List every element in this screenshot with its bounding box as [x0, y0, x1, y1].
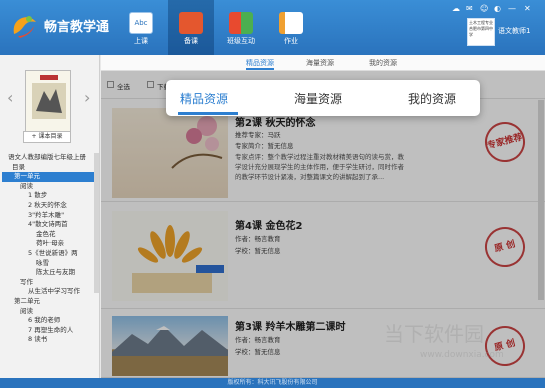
tree-item[interactable]: 第二单元 — [2, 297, 94, 307]
tree-item[interactable]: 语文人教部编版七年级上册 — [2, 153, 94, 163]
popup-active-underline — [178, 112, 238, 115]
nav-label: 备课 — [184, 37, 198, 45]
tab-mine[interactable]: 我的资源 — [369, 58, 397, 68]
tree-item[interactable]: 8 读书 — [2, 335, 94, 345]
tab-mass[interactable]: 海量资源 — [306, 58, 334, 68]
sidebar: ‹ › + 课本目录 语文人教部编版七年级上册 目录 第一单元 阅读 1 散步 … — [0, 55, 100, 378]
popup-tab-mine[interactable]: 我的资源 — [408, 90, 456, 107]
close-button[interactable]: ✕ — [524, 4, 531, 13]
footer: 版权所有：科大讯飞股份有限公司 — [0, 378, 545, 388]
tree-item[interactable]: 阅读 — [2, 182, 94, 192]
app-logo-icon — [10, 12, 40, 40]
book-icon — [179, 12, 203, 34]
tree-item[interactable]: 咏雪 — [2, 259, 94, 269]
tree-item[interactable]: 金色花 — [2, 230, 94, 240]
face-icon[interactable]: ☺ — [480, 4, 488, 13]
grid-icon — [229, 12, 253, 34]
catalog-tree: 语文人教部编版七年级上册 目录 第一单元 阅读 1 散步 2 秋天的怀念 3"羚… — [2, 153, 94, 383]
nav-homework-button[interactable]: 作业 — [268, 0, 314, 55]
tree-item[interactable]: 从生活中学习写作 — [2, 287, 94, 297]
tree-item[interactable]: 6 我的老师 — [2, 316, 94, 326]
school-avatar[interactable]: 土木工程专业 合肥市第四中学 — [467, 18, 495, 46]
nav-label: 作业 — [284, 37, 298, 45]
tree-item-selected[interactable]: 第一单元 — [2, 172, 94, 182]
app-title: 畅言教学通 — [44, 20, 110, 35]
cloud-icon[interactable]: ☁ — [452, 4, 460, 13]
watermark-logo: 当下软件园 — [384, 322, 484, 346]
tree-item[interactable]: 5《世说新语》两 — [2, 249, 94, 259]
nav-label: 班级互动 — [227, 37, 255, 45]
tree-item[interactable]: 4"散文诗两首 — [2, 220, 94, 230]
minimize-button[interactable]: — — [508, 4, 516, 13]
pencil-doc-icon — [279, 12, 303, 34]
app-window: 畅言教学通 Abc 上课 备课 班级互动 作业 ☁ ✉ ☺ ◐ — ✕ 土木工程… — [0, 0, 545, 388]
add-catalog-button[interactable]: + 课本目录 — [23, 131, 71, 143]
tree-item[interactable]: 陈太丘与友期 — [2, 268, 94, 278]
watermark-url: www.downxia.com — [420, 350, 504, 360]
nav-label: 上课 — [134, 37, 148, 45]
tree-item[interactable]: 2 秋天的怀念 — [2, 201, 94, 211]
user-name[interactable]: 语文教师1 — [498, 26, 530, 36]
popup-tab-quality[interactable]: 精品资源 — [180, 90, 228, 107]
resource-type-popup: 精品资源 海量资源 我的资源 — [166, 80, 480, 116]
mail-icon[interactable]: ✉ — [466, 4, 473, 13]
tree-item[interactable]: 目录 — [2, 163, 94, 173]
prev-arrow-icon[interactable]: ‹ — [7, 88, 13, 107]
popup-tab-mass[interactable]: 海量资源 — [294, 90, 342, 107]
nav-interact-button[interactable]: 班级互动 — [218, 0, 264, 55]
nav-class-button[interactable]: Abc 上课 — [118, 0, 164, 55]
tree-item[interactable]: 荷叶·母亲 — [2, 239, 94, 249]
top-bar: 畅言教学通 Abc 上课 备课 班级互动 作业 ☁ ✉ ☺ ◐ — ✕ 土木工程… — [0, 0, 545, 55]
abc-board-icon: Abc — [129, 12, 153, 34]
tree-item[interactable]: 写作 — [2, 278, 94, 288]
tab-quality[interactable]: 精品资源 — [246, 58, 274, 70]
skin-icon[interactable]: ◐ — [494, 4, 501, 13]
nav-prepare-button[interactable]: 备课 — [168, 0, 214, 55]
textbook-cover[interactable] — [25, 70, 71, 132]
tree-item[interactable]: 7 再塑生命的人 — [2, 326, 94, 336]
tree-item[interactable]: 3"羚羊木雕" — [2, 211, 94, 221]
next-arrow-icon[interactable]: › — [84, 88, 90, 107]
resource-tabs: 精品资源 海量资源 我的资源 — [101, 55, 545, 71]
tree-item[interactable]: 1 散步 — [2, 191, 94, 201]
tree-scrollbar[interactable] — [94, 153, 99, 293]
tree-item[interactable]: 阅读 — [2, 307, 94, 317]
